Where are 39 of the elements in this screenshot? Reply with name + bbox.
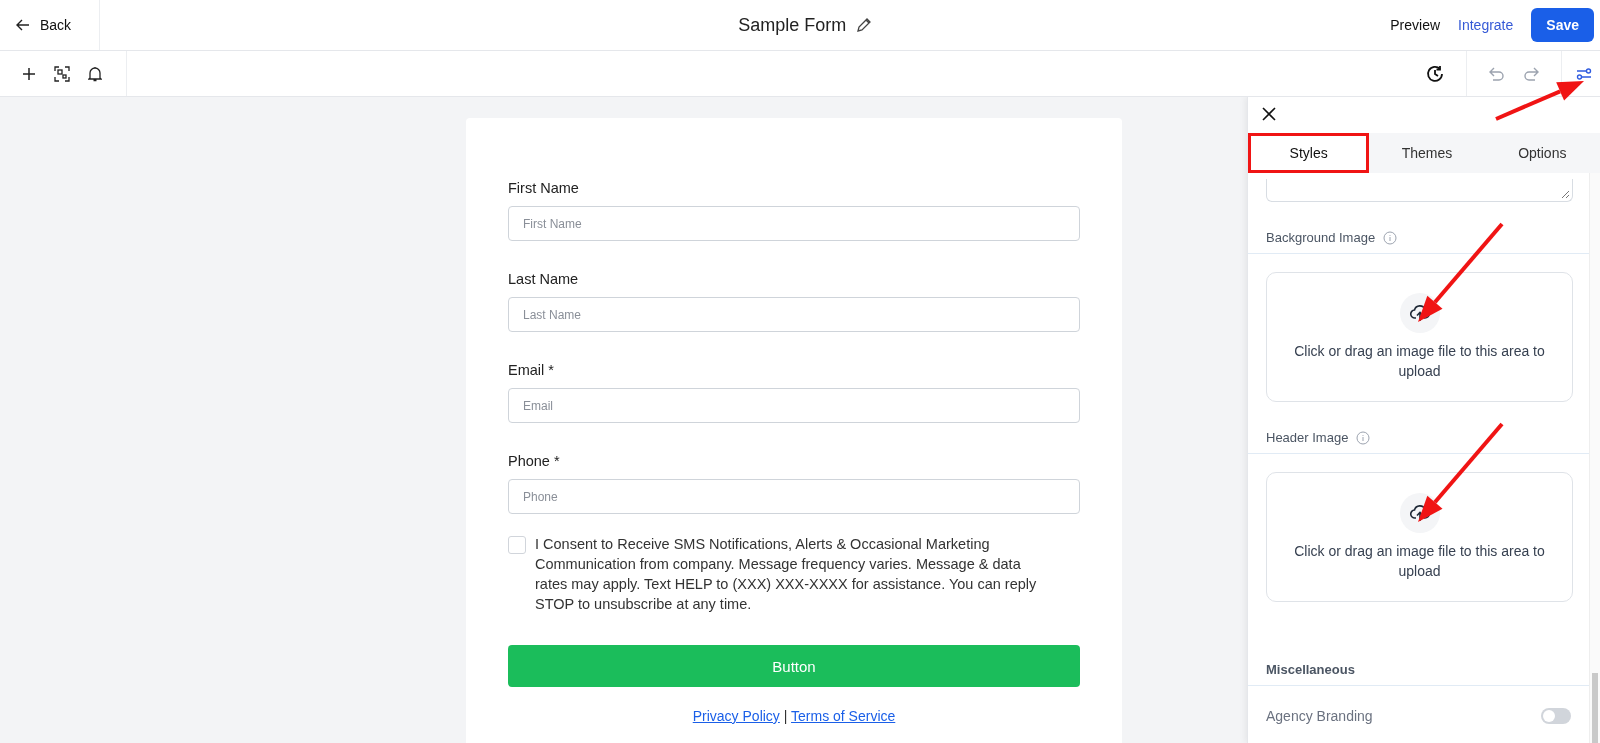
consent-text: I Consent to Receive SMS Notifications, Alerts & Occasional Marketing Communication from company. Message frequency varies. Message & data rates may apply. Text HELP to (XXX) XXX-XXXX for assistance. You can reply STOP to unsubscribe at any time.	[535, 535, 1038, 614]
form-title: Sample Form	[738, 14, 847, 36]
field-label: Phone *	[508, 453, 560, 469]
settings-icon[interactable]	[1576, 66, 1592, 81]
field-label: Last Name	[508, 271, 579, 287]
plus-icon[interactable]	[22, 66, 36, 81]
frame-icon[interactable]	[54, 65, 70, 82]
text-field[interactable]: Phone	[508, 479, 1080, 514]
back-arrow-icon	[16, 19, 30, 31]
terms-link[interactable]: Terms of Service	[791, 708, 896, 724]
section-title: Miscellaneous	[1266, 662, 1355, 677]
panel-tab[interactable]: Themes	[1369, 133, 1485, 173]
section-title: Header Image	[1266, 430, 1349, 445]
info-icon	[1383, 230, 1398, 245]
text-field[interactable]: First Name	[508, 206, 1080, 241]
pencil-icon[interactable]	[856, 17, 873, 33]
section-title: Background Image	[1266, 230, 1376, 245]
text-field[interactable]: Email	[508, 388, 1080, 423]
privacy-policy-link[interactable]: Privacy Policy	[692, 708, 780, 724]
field-label: Email *	[508, 362, 554, 378]
link-separator: |	[783, 708, 788, 724]
panel-tab[interactable]: Options	[1484, 133, 1600, 173]
info-icon	[1356, 430, 1371, 445]
field-label: First Name	[508, 180, 579, 196]
setting-label: Agency Branding	[1266, 708, 1373, 724]
checkbox[interactable]	[508, 536, 526, 554]
preview-link[interactable]: Preview	[1390, 17, 1441, 33]
upload-hint: Click or drag an image file to this area to upload	[1293, 542, 1546, 581]
bell-icon[interactable]	[88, 65, 102, 82]
history-icon[interactable]	[1426, 64, 1444, 83]
upload-hint: Click or drag an image file to this area to upload	[1293, 342, 1546, 381]
resize-grip-icon	[1561, 190, 1570, 199]
save-button[interactable]: Save	[1531, 8, 1594, 42]
panel-tab[interactable]: Styles	[1248, 133, 1370, 173]
toggle-switch[interactable]	[1541, 708, 1571, 724]
text-field[interactable]: Last Name	[508, 297, 1080, 332]
scrollbar[interactable]	[1589, 173, 1600, 743]
integrate-link[interactable]: Integrate	[1458, 17, 1514, 33]
back-button[interactable]: Back	[0, 0, 101, 50]
